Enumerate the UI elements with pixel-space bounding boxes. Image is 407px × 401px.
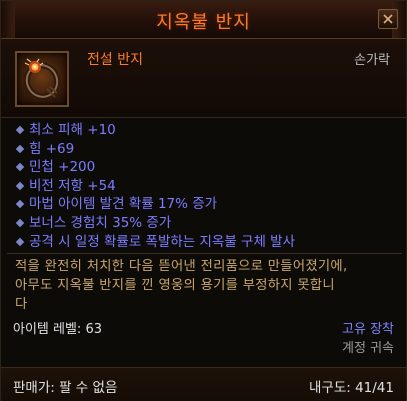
item-title: 지옥불 반지 [156,12,251,33]
affix-bullet-icon [15,218,25,228]
item-level: 아이템 레벨: 63 [13,318,102,337]
affix-bullet-icon [15,181,25,191]
flavor-text: 적을 완전히 처치한 다음 뜯어낸 전리품으로 만들어졌기에, 아무도 지옥불 … [15,257,400,314]
affix-item: 비전 저항 +54 [15,177,295,196]
affix-bullet-icon [15,162,25,172]
affix-item: 힘 +69 [15,140,295,159]
item-tooltip: 지옥불 반지 전설 반지 손가락 최소 피해 +10 힘 +69 민첩 +200… [0,0,407,401]
item-rarity-type: 전설 반지 [87,52,143,68]
sell-price: 판매가: 팔 수 없음 [13,380,118,396]
affix-bullet-icon [15,237,25,246]
item-header: 전설 반지 손가락 [1,39,406,118]
flavor-line: 아무도 지옥불 반지를 낀 영웅의 용기를 부정하지 못합니 [15,278,335,293]
item-level-value: 63 [85,322,102,337]
affix-item: 민첩 +200 [15,158,295,177]
affix-bullet-icon [15,125,25,135]
unique-equipped-label: 고유 장착 [342,322,394,337]
close-icon [383,14,393,24]
title-bar: 지옥불 반지 [1,1,406,39]
affix-item: 최소 피해 +10 [15,121,295,140]
flavor-line: 적을 완전히 처치한 다음 뜯어낸 전리품으로 만들어졌기에, [15,259,348,274]
affix-item: 마법 아이템 발견 확률 17% 증가 [15,195,295,214]
account-bound-label: 계정 귀속 [342,341,394,356]
affix-bullet-icon [15,144,25,153]
affix-bullet-icon [15,200,25,209]
divider [7,253,402,254]
affix-list: 최소 피해 +10 힘 +69 민첩 +200 비전 저항 +54 마법 아이템… [15,121,295,252]
item-level-label: 아이템 레벨: [13,322,82,337]
affix-item: 공격 시 일정 확률로 폭발하는 지옥불 구체 발사 [15,233,295,252]
item-slot: 손가락 [354,53,390,68]
durability: 내구도: 41/41 [308,380,394,396]
flavor-line: 다 [15,297,28,312]
affix-item: 보너스 경험치 35% 증가 [15,214,295,233]
hellfire-ring-icon [15,51,69,107]
close-button[interactable] [378,9,398,29]
tooltip-footer: 판매가: 팔 수 없음 내구도: 41/41 [1,367,406,401]
